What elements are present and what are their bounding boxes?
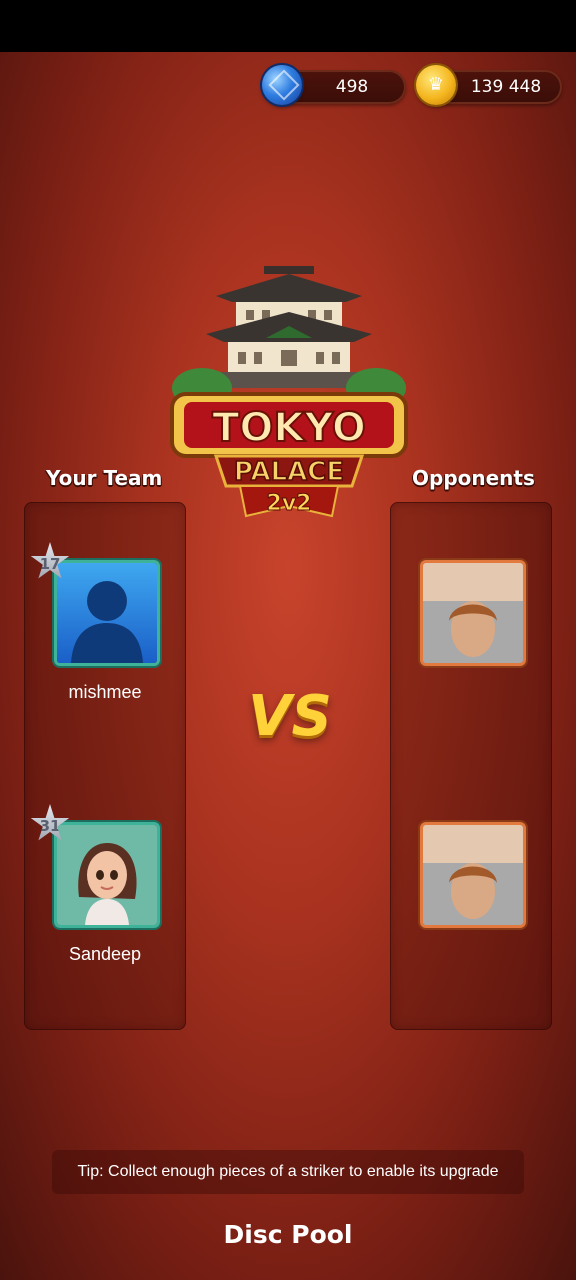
your-team-title: Your Team	[46, 466, 163, 490]
vs-label: VS	[248, 684, 332, 749]
opponents-panel	[390, 502, 552, 1030]
game-title: Disc Pool	[223, 1220, 353, 1249]
opponent-avatar[interactable]	[420, 822, 526, 928]
logo-mode: 2v2	[267, 491, 312, 516]
opponent-avatar[interactable]	[420, 560, 526, 666]
gem-icon	[262, 65, 302, 105]
logo-title: TOKYO	[212, 405, 366, 451]
player-name: mishmee	[68, 682, 142, 702]
player-name: Sandeep	[68, 944, 142, 964]
your-team-panel: 17 mishmee 31 Sandeep	[24, 502, 186, 1030]
status-bar	[0, 0, 576, 52]
pagoda-icon	[172, 266, 406, 408]
tokyo-palace-logo: TOKYO PALACE 2v2	[170, 266, 408, 518]
player-avatar[interactable]	[54, 822, 160, 928]
tip-text: Tip: Collect enough pieces of a striker …	[52, 1150, 524, 1194]
girl-avatar-icon	[57, 825, 157, 925]
coin-crown-icon: ♛	[416, 65, 456, 105]
opponent-photo	[423, 563, 523, 663]
opponents-title: Opponents	[412, 466, 535, 490]
opponent-photo	[423, 825, 523, 925]
logo-subtitle: PALACE	[234, 457, 344, 487]
matchmaking-screen: 498 139 448 ♛ TOKYO PALACE 2v2 Your Team…	[0, 52, 576, 1280]
default-profile-icon	[57, 563, 157, 663]
gem-count: 498	[335, 77, 369, 97]
player-avatar[interactable]	[54, 560, 160, 666]
